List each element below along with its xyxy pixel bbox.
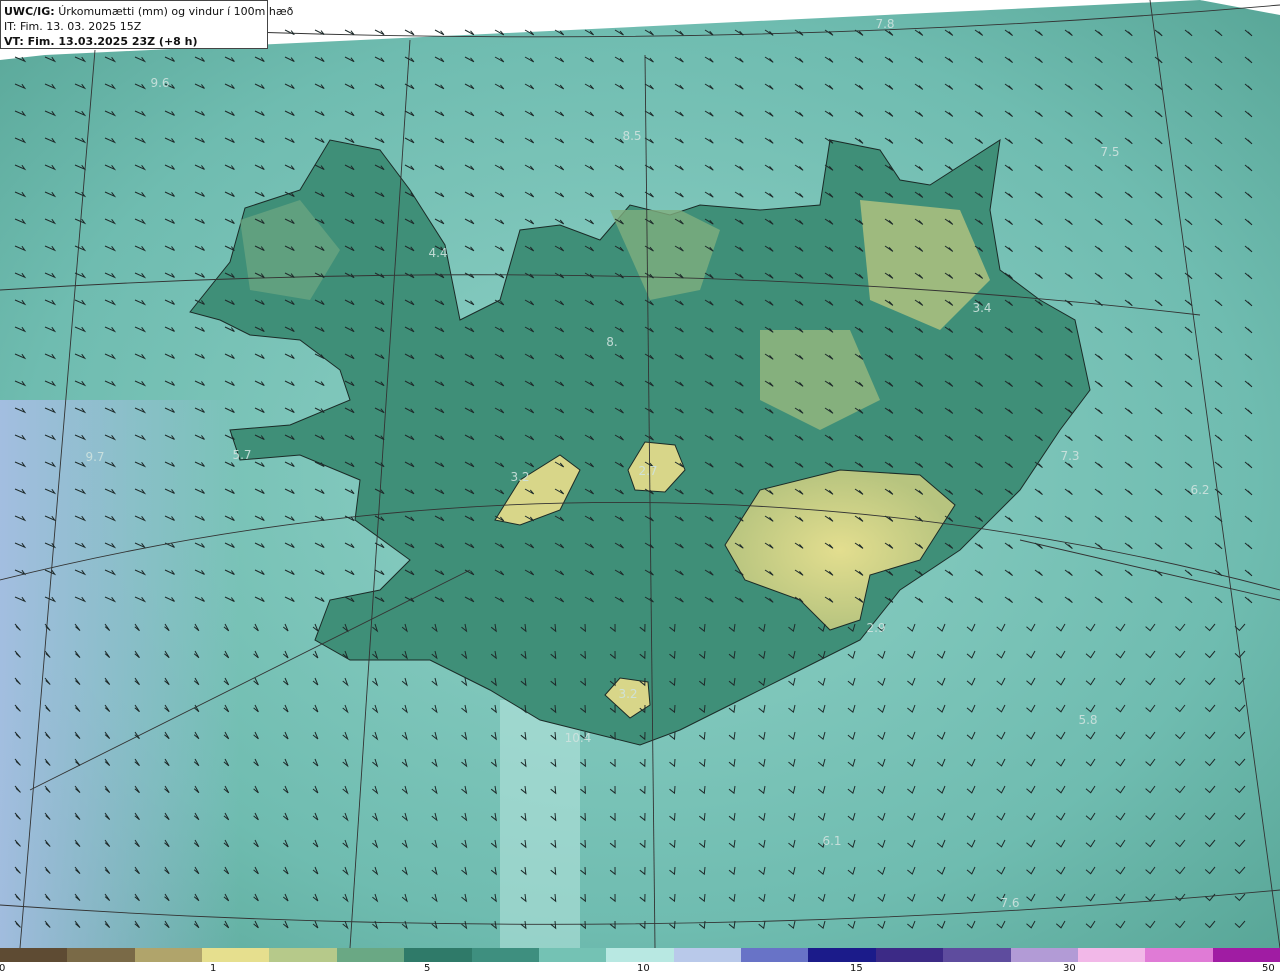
precip-value-label: 6.1 <box>822 834 841 848</box>
map-info-panel: UWC/IG: Úrkomumætti (mm) og vindur í 100… <box>0 0 293 49</box>
colorbar-tick-label: 0 <box>0 963 6 974</box>
colorbar-segment <box>1212 948 1280 962</box>
colorbar-segment <box>336 948 406 962</box>
colorbar-tick-label: 15 <box>850 963 863 974</box>
colorbar-segment <box>269 948 338 962</box>
precip-value-label: 3.4 <box>972 301 991 315</box>
wind-barb <box>404 29 415 36</box>
valid-time: VT: Fim. 13.03.2025 23Z (+8 h) <box>4 35 198 48</box>
colorbar-segment <box>0 948 69 962</box>
precip-value-label: 7.6 <box>1000 896 1019 910</box>
colorbar-segment <box>673 948 743 962</box>
precip-value-label: 9.6 <box>150 76 169 90</box>
model-title: UWC/IG: <box>4 5 55 18</box>
colorbar-segment <box>1010 948 1079 962</box>
map-title: Úrkomumætti (mm) og vindur í 100m hæð <box>58 5 294 18</box>
map-viewer: 7.8 9.6 8.5 7.5 4.4 3.4 8. 9.7 5.7 3.2 2.7 7.3 6.2 2.… <box>0 0 1280 978</box>
colorbar-segment <box>471 948 540 962</box>
colorbar-segment <box>875 948 945 962</box>
wind-barb <box>284 29 295 36</box>
colorbar-segment <box>1077 948 1147 962</box>
precip-colorbar <box>0 948 1280 962</box>
precip-value-label: 9.7 <box>85 450 104 464</box>
wind-barb <box>464 29 475 36</box>
colorbar-tick-label: 30 <box>1063 963 1076 974</box>
precip-value-label: 7.8 <box>875 17 894 31</box>
colorbar-segment <box>538 948 608 962</box>
precip-value-label: 8.5 <box>622 129 641 143</box>
precip-value-label: 2.7 <box>638 464 657 478</box>
precip-value-label: 5.7 <box>232 448 251 462</box>
colorbar-segment <box>943 948 1012 962</box>
colorbar-tick-label: 10 <box>637 963 650 974</box>
west-precip-band <box>0 400 240 948</box>
colorbar-segment <box>606 948 675 962</box>
precip-value-label: 7.5 <box>1100 145 1119 159</box>
initial-time: IT: Fim. 13. 03. 2025 15Z <box>4 20 142 33</box>
wind-barb <box>344 29 355 36</box>
precip-value-label: 6.2 <box>1190 483 1209 497</box>
colorbar-segment <box>404 948 473 962</box>
precip-value-label: 4.4 <box>428 246 447 260</box>
precip-value-label: 8. <box>606 335 617 349</box>
colorbar-segment <box>134 948 204 962</box>
precip-value-label: 3.2 <box>618 687 637 701</box>
precip-value-label: 7.3 <box>1060 449 1079 463</box>
colorbar-segment <box>741 948 810 962</box>
precip-value-label: 3.2 <box>510 470 529 484</box>
colorbar-tick-label: 50 <box>1262 963 1275 974</box>
colorbar-segment <box>808 948 877 962</box>
precip-value-label: 10.4 <box>565 731 592 745</box>
precip-value-label: 5.8 <box>1078 713 1097 727</box>
colorbar-ticks: 0 1 5 10 15 30 50 <box>0 962 1280 978</box>
precipitation-wind-map[interactable]: 7.8 9.6 8.5 7.5 4.4 3.4 8. 9.7 5.7 3.2 2.7 7.3 6.2 2.… <box>0 0 1280 948</box>
precip-value-label: 2.9 <box>866 621 885 635</box>
colorbar-segment <box>202 948 271 962</box>
colorbar-tick-label: 5 <box>424 963 431 974</box>
wind-barb <box>434 29 445 36</box>
colorbar-segment <box>1145 948 1214 962</box>
colorbar-segment <box>67 948 136 962</box>
colorbar-tick-label: 1 <box>210 963 217 974</box>
wind-barb <box>374 29 385 36</box>
